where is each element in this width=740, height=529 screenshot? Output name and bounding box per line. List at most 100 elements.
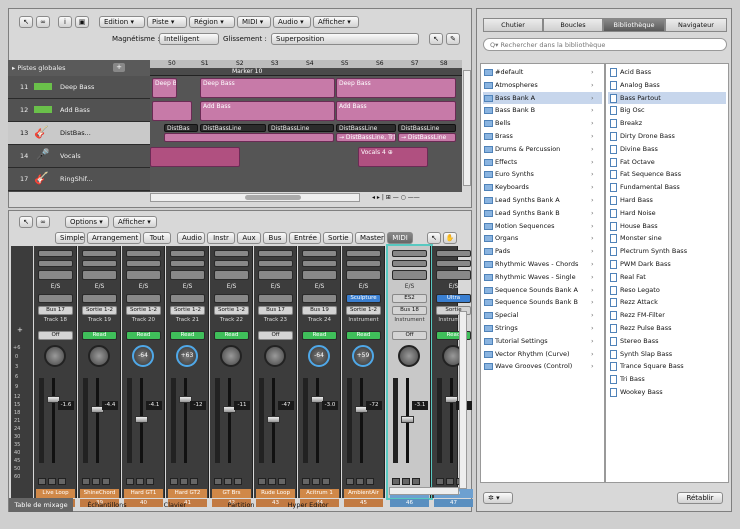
inspector-icon[interactable]: i bbox=[58, 16, 72, 28]
mute-button[interactable] bbox=[436, 478, 444, 485]
region[interactable]: Deep B bbox=[152, 78, 177, 98]
pan-knob[interactable]: +63 bbox=[176, 345, 198, 367]
library-category[interactable]: Sequence Sounds Bank A › bbox=[483, 284, 602, 296]
region[interactable]: Deep Bass bbox=[200, 78, 335, 98]
library-search-input[interactable] bbox=[483, 38, 727, 51]
scroll-thumb[interactable] bbox=[245, 195, 301, 200]
library-patch[interactable]: Stereo Bass bbox=[608, 335, 726, 347]
output-slot[interactable]: Sortie 1-2 bbox=[214, 306, 249, 315]
setting-slot[interactable] bbox=[214, 250, 249, 257]
automation-mode[interactable]: Off bbox=[392, 331, 427, 340]
track-row-selected[interactable]: 13 🎸 DistBas... bbox=[8, 122, 150, 145]
edit-menu[interactable]: Edition ▾ bbox=[99, 16, 145, 28]
library-category[interactable]: Pads › bbox=[483, 245, 602, 257]
pan-knob[interactable]: -64 bbox=[308, 345, 330, 367]
channel-name[interactable]: ShineChord bbox=[80, 489, 119, 498]
record-button[interactable] bbox=[102, 478, 110, 485]
setting-slot[interactable] bbox=[38, 250, 73, 257]
library-patch[interactable]: House Bass bbox=[608, 220, 726, 232]
midi-menu[interactable]: MIDI ▾ bbox=[237, 16, 271, 28]
library-category[interactable]: Sequence Sounds Bank B › bbox=[483, 296, 602, 308]
mixer-horizontal-scrollbar[interactable] bbox=[389, 487, 459, 495]
mute-button[interactable] bbox=[38, 478, 46, 485]
solo-button[interactable] bbox=[224, 478, 232, 485]
pan-knob[interactable] bbox=[264, 345, 286, 367]
setting-slot[interactable] bbox=[346, 250, 381, 257]
library-category[interactable]: Rhythmic Waves - Chords › bbox=[483, 258, 602, 270]
arrange-vertical-scrollbar[interactable] bbox=[463, 70, 471, 186]
tab-library[interactable]: Bibliothèque bbox=[603, 18, 665, 32]
instrument-slot[interactable] bbox=[214, 294, 249, 303]
volume-fader[interactable] bbox=[52, 378, 55, 463]
instrument-slot[interactable]: ES2 bbox=[392, 294, 427, 303]
library-patch[interactable]: Rezz Attack bbox=[608, 296, 726, 308]
channel-name[interactable]: Acitrum 1 bbox=[300, 489, 339, 498]
filter-simple[interactable]: Simple bbox=[55, 232, 85, 244]
catch-icon[interactable]: ↖ bbox=[19, 216, 33, 228]
solo-button[interactable] bbox=[136, 478, 144, 485]
library-patch[interactable]: Fat Sequence Bass bbox=[608, 168, 726, 180]
filter-master[interactable]: Master bbox=[355, 232, 385, 244]
eq-slot[interactable] bbox=[170, 260, 205, 267]
pan-knob[interactable] bbox=[44, 345, 66, 367]
region[interactable] bbox=[152, 101, 192, 121]
region[interactable]: DistBassLine bbox=[200, 124, 266, 132]
library-patch[interactable]: Wookey Bass bbox=[608, 386, 726, 398]
library-patch[interactable]: Analog Bass bbox=[608, 79, 726, 91]
channel-name[interactable]: Rude Loop bbox=[256, 489, 295, 498]
output-slot[interactable]: Bus 19 bbox=[302, 306, 337, 315]
zoom-controls[interactable]: ◂ ▸ | ⊞ — ○ —— bbox=[372, 193, 462, 202]
eq-slot[interactable] bbox=[392, 260, 427, 267]
insert-slot[interactable] bbox=[302, 270, 337, 280]
volume-fader[interactable] bbox=[360, 378, 363, 463]
automation-mode[interactable]: Read bbox=[214, 331, 249, 340]
instrument-slot[interactable]: Ultra bbox=[436, 294, 471, 303]
mute-button[interactable] bbox=[346, 478, 354, 485]
solo-button[interactable] bbox=[446, 478, 454, 485]
filter-all[interactable]: Tout bbox=[143, 232, 171, 244]
eq-slot[interactable] bbox=[214, 260, 249, 267]
record-button[interactable] bbox=[234, 478, 242, 485]
region[interactable]: Vocals 4 ⊕ bbox=[358, 147, 428, 167]
tab-bin[interactable]: Chutier bbox=[483, 18, 543, 32]
setting-slot[interactable] bbox=[258, 250, 293, 257]
mute-button[interactable] bbox=[214, 478, 222, 485]
insert-slot[interactable] bbox=[258, 270, 293, 280]
setting-slot[interactable] bbox=[392, 250, 427, 257]
instrument-slot[interactable] bbox=[126, 294, 161, 303]
library-patch[interactable]: Big Osc bbox=[608, 104, 726, 116]
region[interactable]: → DistBassLine bbox=[398, 133, 456, 142]
library-patch[interactable]: Monster sine bbox=[608, 232, 726, 244]
setting-slot[interactable] bbox=[126, 250, 161, 257]
setting-slot[interactable] bbox=[82, 250, 117, 257]
region[interactable]: DistBassLine bbox=[268, 124, 334, 132]
mute-button[interactable] bbox=[170, 478, 178, 485]
instrument-slot[interactable]: Sculpture bbox=[346, 294, 381, 303]
drag-select[interactable]: Superposition bbox=[271, 33, 419, 45]
output-slot[interactable]: Sortie 1-2 bbox=[82, 306, 117, 315]
library-patch[interactable]: Bass Partout bbox=[608, 91, 726, 104]
library-category[interactable]: Tutorial Settings › bbox=[483, 335, 602, 347]
tab-browser[interactable]: Navigateur bbox=[665, 18, 727, 32]
catch-icon[interactable]: ↖ bbox=[19, 16, 33, 28]
region[interactable]: DistBas bbox=[164, 124, 198, 132]
instrument-slot[interactable] bbox=[258, 294, 293, 303]
insert-slot[interactable] bbox=[392, 270, 427, 280]
solo-button[interactable] bbox=[180, 478, 188, 485]
insert-slot[interactable] bbox=[214, 270, 249, 280]
pan-knob[interactable] bbox=[398, 345, 420, 367]
record-button[interactable] bbox=[58, 478, 66, 485]
record-button[interactable] bbox=[278, 478, 286, 485]
library-patch[interactable]: PWM Dark Bass bbox=[608, 258, 726, 270]
library-category[interactable]: Brass › bbox=[483, 130, 602, 142]
channel-name[interactable]: GT Brs bbox=[212, 489, 251, 498]
output-slot[interactable]: Sortie 1-2 bbox=[346, 306, 381, 315]
arrange-area[interactable]: 50 S1 S2 S3 S4 S5 S6 S7 S8 Marker 10 Dee… bbox=[150, 60, 462, 192]
automation-mode[interactable]: Off bbox=[38, 331, 73, 340]
setting-slot[interactable] bbox=[436, 250, 471, 257]
link-icon[interactable]: ∞ bbox=[36, 216, 50, 228]
mute-button[interactable] bbox=[126, 478, 134, 485]
region[interactable] bbox=[164, 133, 334, 142]
solo-button[interactable] bbox=[92, 478, 100, 485]
automation-mode[interactable]: Read bbox=[346, 331, 381, 340]
